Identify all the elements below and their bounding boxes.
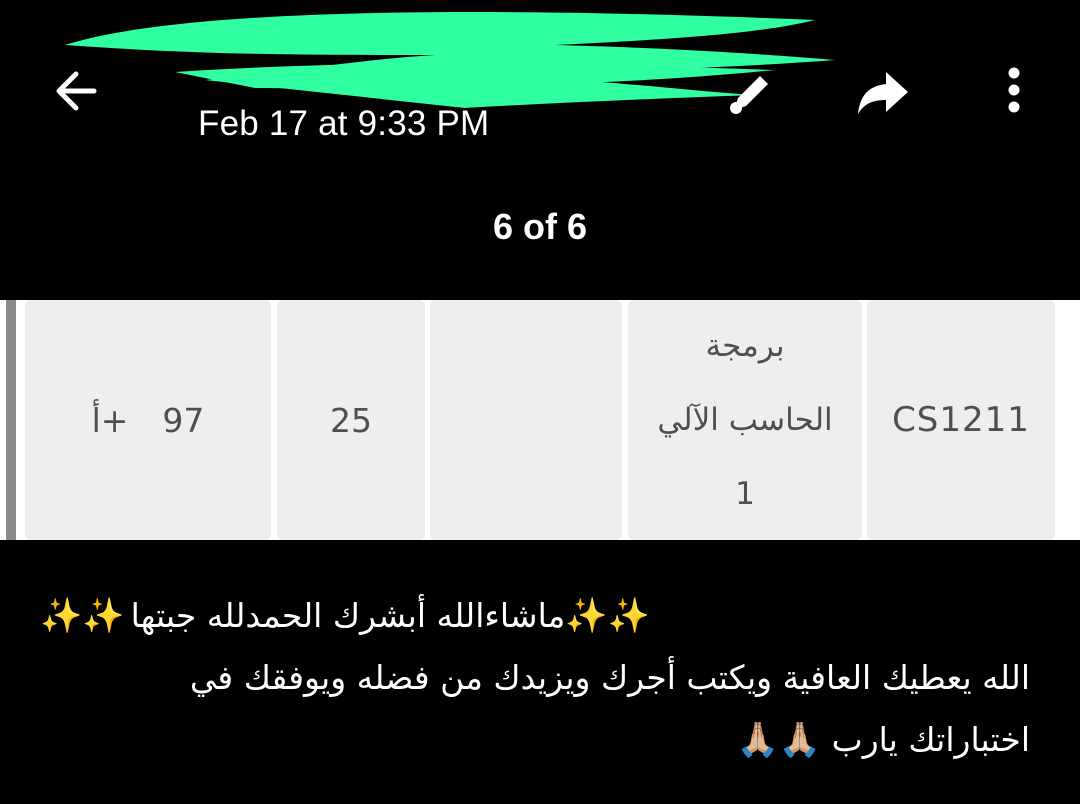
- top-bar: Feb 17 at 9:33 PM 6 of 6: [0, 0, 1080, 300]
- blank-cell: [430, 300, 622, 540]
- message-caption: ✨✨ ماشاءالله أبشرك الحمدلله جبتها✨✨ الله …: [40, 585, 1030, 771]
- grade-screenshot-image[interactable]: CS1211 برمجة الحاسب الآلي 1 25 أ+ 97: [0, 300, 1080, 540]
- image-left-border: [0, 300, 18, 540]
- vertical-dots-icon: [1008, 67, 1020, 113]
- caption-line-3: اختباراتك يارب 🙏🏼🙏🏼: [40, 709, 1030, 771]
- arrow-left-icon: [56, 71, 97, 111]
- hours-value: 25: [330, 400, 372, 440]
- course-name-line3: 1: [735, 476, 755, 512]
- photo-viewer-screen: Feb 17 at 9:33 PM 6 of 6 CS1211 برمجة ال…: [0, 0, 1080, 804]
- caption-line-3-text: اختباراتك يارب: [831, 720, 1030, 759]
- sparkles-emoji-right: ✨✨: [565, 596, 650, 636]
- hours-cell: 25: [277, 300, 425, 540]
- pencil-icon: [730, 76, 768, 114]
- mark-grade-cell: أ+ 97: [25, 300, 271, 540]
- edit-button[interactable]: [716, 62, 776, 120]
- praying-hands-emoji: 🙏🏼🙏🏼: [736, 720, 822, 760]
- course-code-cell: CS1211: [867, 300, 1055, 540]
- letter-grade: أ+: [91, 400, 129, 440]
- caption-line-2: الله يعطيك العافية ويكتب أجرك ويزيدك من …: [189, 658, 1030, 697]
- course-name-line2: الحاسب الآلي: [657, 402, 833, 438]
- sparkles-emoji-left: ✨✨: [40, 596, 125, 636]
- image-right-border: [1056, 300, 1080, 540]
- course-code: CS1211: [892, 400, 1030, 440]
- caption-line-1: ✨✨ ماشاءالله أبشرك الحمدلله جبتها✨✨: [40, 585, 1030, 647]
- back-button[interactable]: [48, 62, 106, 120]
- forward-button[interactable]: [852, 66, 912, 120]
- forward-arrow-icon: [858, 72, 908, 114]
- course-name-cell: برمجة الحاسب الآلي 1: [628, 300, 862, 540]
- media-counter: 6 of 6: [492, 206, 588, 247]
- caption-line-1-text: ماشاءالله أبشرك الحمدلله جبتها: [130, 596, 566, 635]
- more-options-button[interactable]: [996, 64, 1032, 118]
- mark-value: 97: [162, 400, 205, 440]
- course-name-line1: برمجة: [705, 328, 785, 364]
- message-timestamp: Feb 17 at 9:33 PM: [198, 104, 490, 143]
